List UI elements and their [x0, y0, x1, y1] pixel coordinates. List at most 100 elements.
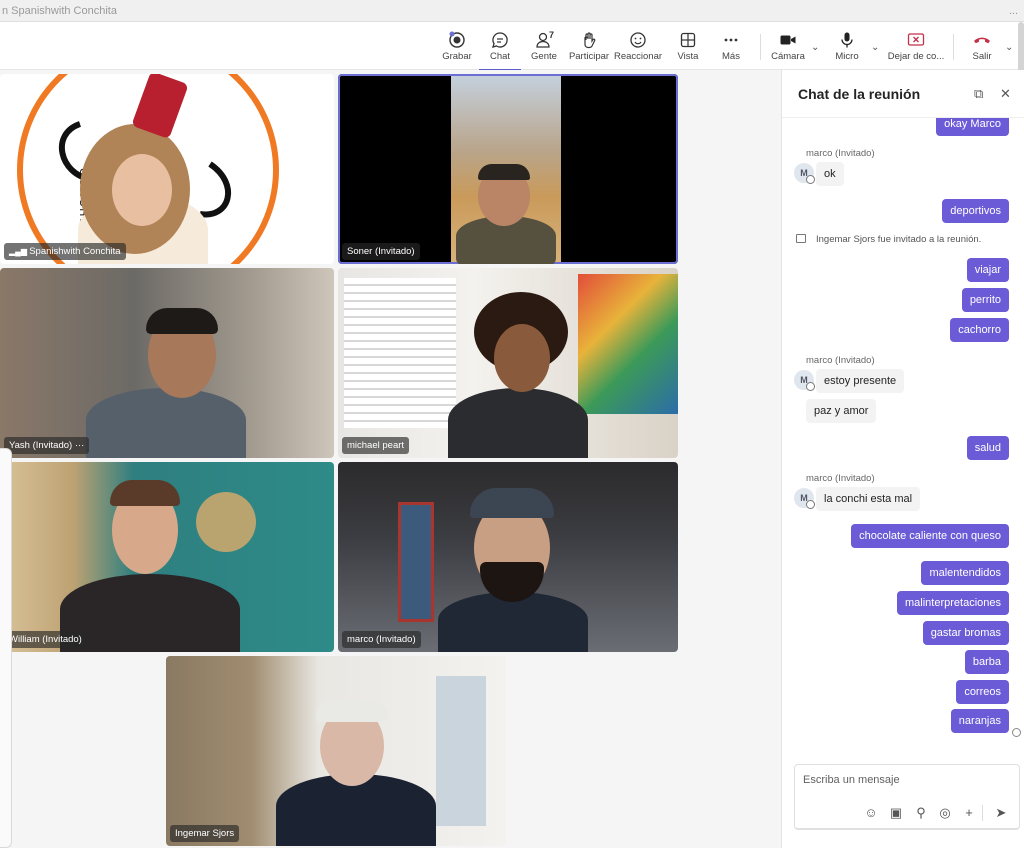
person-added-icon [796, 234, 806, 243]
chat-label: Chat [489, 51, 511, 62]
toolbar-divider [953, 34, 954, 60]
toolbar-divider [760, 34, 761, 60]
chat-message-own[interactable]: chocolate caliente con queso [851, 524, 1009, 548]
participant-name-tag: michael peart [342, 437, 410, 454]
close-icon[interactable]: ✕ [1000, 86, 1011, 102]
meeting-toolbar: Grabar Chat 7 Gente Participar Reacciona… [0, 22, 1024, 71]
chat-message-own[interactable]: malentendidos [921, 561, 1009, 585]
react-label: Reaccionar [613, 51, 663, 62]
message-sender: marco (Invitado) [806, 148, 875, 159]
video-tile-conchita[interactable]: CONCHITA ▂▄▆ Spanishwith Conchita [0, 74, 334, 264]
people-button[interactable]: 7 Gente [519, 28, 569, 68]
composer-divider [982, 805, 983, 821]
chat-message-other[interactable]: ok [816, 162, 844, 186]
mic-options-chevron-icon[interactable]: ⌄ [871, 42, 879, 53]
people-label: Gente [531, 51, 557, 62]
chat-message-other[interactable]: paz y amor [806, 399, 877, 423]
chat-icon [492, 32, 508, 48]
camera-options-chevron-icon[interactable]: ⌄ [811, 42, 819, 53]
participant-hair [110, 480, 180, 506]
message-sender: marco (Invitado) [806, 473, 875, 484]
window-menu-icon[interactable]: ... [1009, 0, 1018, 22]
chat-message-own[interactable]: cachorro [950, 318, 1009, 342]
attach-icon[interactable]: ⚲ [913, 805, 929, 821]
camera-icon [780, 35, 796, 45]
avatar[interactable]: M [794, 488, 815, 509]
tile-more-options-icon[interactable]: ··· [75, 440, 85, 451]
globe-prop [196, 492, 256, 552]
more-button[interactable]: Más [706, 28, 756, 68]
record-icon [449, 31, 465, 48]
chat-message-own[interactable]: gastar bromas [922, 621, 1009, 645]
avatar[interactable]: M [794, 370, 815, 391]
system-message: Ingemar Sjors fue invitado a la reunión. [796, 234, 981, 245]
window-blinds [344, 278, 456, 428]
loop-icon[interactable]: ◎ [937, 805, 953, 821]
smiley-icon [630, 32, 646, 48]
video-stage: CONCHITA ▂▄▆ Spanishwith Conchita Soner … [0, 70, 780, 848]
chat-message-own[interactable]: malinterpretaciones [897, 591, 1009, 615]
participant-hair [478, 164, 530, 180]
stop-sharing-button[interactable]: Dejar de co... [886, 28, 946, 68]
stop-sharing-label: Dejar de co... [887, 51, 945, 62]
plus-icon[interactable]: + [961, 805, 977, 821]
participant-name-tag: marco (Invitado) [342, 631, 421, 648]
participant-cap [470, 488, 554, 518]
pop-out-icon[interactable]: ⧉ [974, 86, 983, 102]
signal-bars-icon: ▂▄▆ [9, 247, 30, 256]
video-tile-soner[interactable]: Soner (Invitado) [338, 74, 678, 264]
leave-button[interactable]: Salir [957, 28, 1007, 68]
raise-hand-icon [584, 32, 596, 49]
react-button[interactable]: Reaccionar [613, 28, 663, 68]
chat-message-other[interactable]: estoy presente [816, 369, 905, 393]
background-poster [398, 502, 434, 622]
collapsed-side-panel[interactable] [0, 448, 12, 848]
chat-message-own[interactable]: naranjas [950, 709, 1009, 733]
chat-message-own[interactable]: okay Marco [936, 118, 1009, 136]
message-input[interactable] [803, 771, 1003, 789]
participant-figure [60, 574, 240, 652]
window-title-bar: n Spanishwith Conchita ... [0, 0, 1024, 22]
video-tile-ingemar[interactable]: Ingemar Sjors [166, 656, 506, 846]
participant-name-tag: Yash (Invitado) ··· [4, 437, 90, 454]
chat-title: Chat de la reunión [798, 86, 921, 102]
chat-message-own[interactable]: correos [956, 680, 1009, 704]
seen-status-icon [1012, 728, 1021, 737]
participant-name-tag: ▂▄▆ Spanishwith Conchita [4, 243, 126, 260]
wall-painting [578, 274, 678, 414]
video-tile-michael[interactable]: michael peart [338, 268, 678, 458]
stop-share-icon [907, 33, 925, 46]
participant-figure [86, 388, 246, 458]
send-icon[interactable]: ➤ [993, 805, 1009, 821]
chat-message-other[interactable]: la conchi esta mal [816, 487, 921, 511]
chat-header: Chat de la reunión ⧉ ✕ [782, 70, 1024, 118]
mic-button[interactable]: Micro [822, 28, 872, 68]
view-label: Vista [677, 51, 699, 62]
video-tile-marco[interactable]: marco (Invitado) [338, 462, 678, 652]
avatar[interactable]: M [794, 163, 815, 184]
chat-message-own[interactable]: deportivos [942, 199, 1009, 223]
video-tile-william[interactable]: William (Invitado) [0, 462, 334, 652]
image-icon[interactable]: ▣ [888, 805, 904, 821]
more-icon [724, 38, 738, 42]
chat-message-own[interactable]: perrito [961, 288, 1009, 312]
participant-hair [316, 700, 388, 722]
window-title: n Spanishwith Conchita [2, 5, 117, 17]
chat-message-own[interactable]: viajar [966, 258, 1009, 282]
participant-face [494, 324, 550, 392]
raise-hand-button[interactable]: Participar [564, 28, 614, 68]
participant-hair [146, 308, 218, 334]
more-label: Más [722, 51, 740, 62]
participant-name-tag: William (Invitado) [4, 631, 87, 648]
chat-message-own[interactable]: barba [964, 650, 1009, 674]
leave-options-chevron-icon[interactable]: ⌄ [1005, 42, 1013, 53]
participant-face [112, 154, 172, 226]
emoji-icon[interactable]: ☺ [863, 805, 879, 821]
camera-button[interactable]: Cámara [763, 28, 813, 68]
people-count: 7 [549, 30, 555, 40]
participant-name-tag: Soner (Invitado) [342, 243, 420, 260]
chat-button[interactable]: Chat [475, 28, 525, 71]
hang-up-icon [974, 37, 990, 44]
chat-message-own[interactable]: salud [966, 436, 1009, 460]
video-tile-yash[interactable]: Yash (Invitado) ··· [0, 268, 334, 458]
